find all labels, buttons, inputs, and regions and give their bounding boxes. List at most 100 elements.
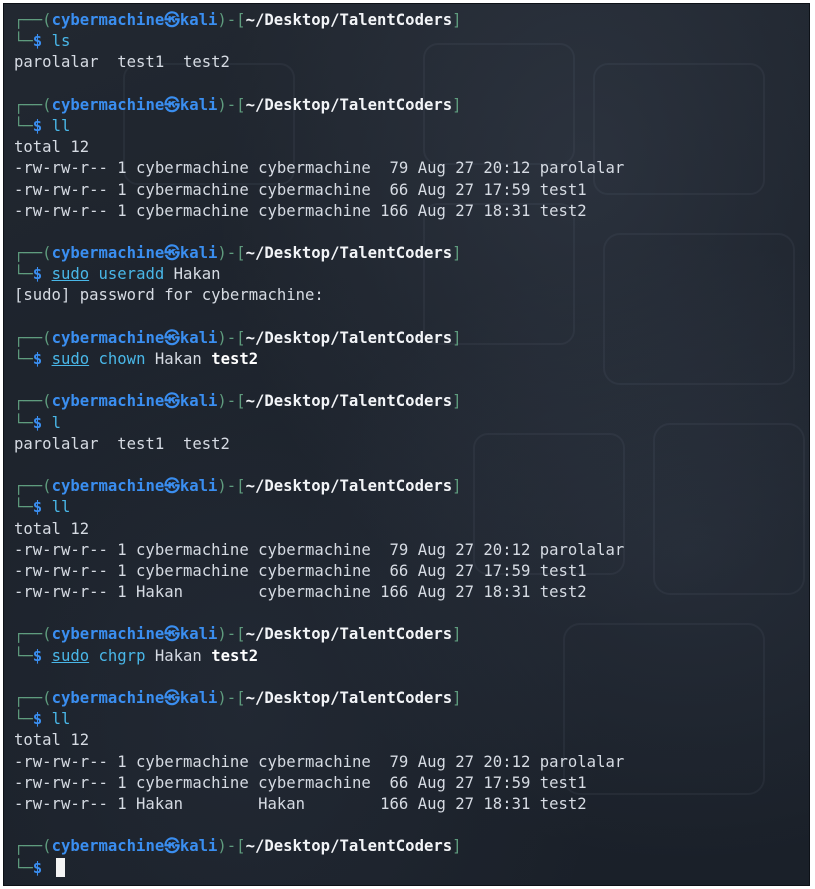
output-line: -rw-rw-r-- 1 cybermachine cybermachine 6… [14,180,587,199]
prompt-dollar: $ [32,498,43,517]
prompt-host: kali [179,837,218,856]
prompt-frame: ┌──( [14,328,52,347]
prompt-frame: ┌──( [14,477,52,496]
command-name: ls [51,32,71,51]
prompt-corner: └─ [14,646,33,665]
sudo-command: sudo [51,350,90,368]
command-line[interactable]: └─$ sudo chgrp Hakan test2 [14,646,803,667]
prompt-separator: )-[ [217,244,246,263]
prompt-user: cybermachine [51,477,165,496]
prompt-dollar: $ [32,413,43,432]
command-block: ┌──(cybermachine㉿kali)-[~/Desktop/Talent… [14,624,803,666]
command-arg-file: test2 [211,646,259,665]
skull-icon: ㉿ [164,837,180,856]
command-line[interactable]: └─$ ls [14,31,803,52]
terminal-output[interactable]: ┌──(cybermachine㉿kali)-[~/Desktop/Talent… [14,10,803,885]
skull-icon: ㉿ [164,477,180,496]
prompt-dollar: $ [32,32,43,51]
output-line: total 12 [14,519,90,538]
prompt-path: ~/Desktop/TalentCoders [245,689,453,707]
command-block: ┌──(cybermachine㉿kali)-[~/Desktop/Talent… [14,95,803,222]
command-arg: Hakan [173,265,221,284]
prompt-path: ~/Desktop/TalentCoders [245,477,453,496]
prompt-frame-close: ] [452,11,462,29]
prompt-user: cybermachine [51,244,165,263]
output-line: -rw-rw-r-- 1 cybermachine cybermachine 6… [14,773,587,792]
prompt-frame-close: ] [452,244,462,263]
prompt-separator: )-[ [217,625,246,644]
prompt-frame-close: ] [452,95,462,114]
prompt-line: ┌──(cybermachine㉿kali)-[~/Desktop/Talent… [14,391,803,412]
command-block: ┌──(cybermachine㉿kali)-[~/Desktop/Talent… [14,10,803,74]
command-name: chown [98,350,146,368]
output-line: parolalar test1 test2 [14,53,230,72]
command-arg: Hakan [154,646,202,665]
prompt-line: ┌──(cybermachine㉿kali)-[~/Desktop/Talent… [14,243,803,264]
prompt-frame-close: ] [452,392,462,411]
prompt-frame-close: ] [452,328,462,347]
skull-icon: ㉿ [164,11,180,29]
text-cursor[interactable] [55,857,65,877]
prompt-frame-close: ] [452,689,462,707]
prompt-host: kali [179,392,218,411]
prompt-corner: └─ [14,350,33,368]
output-line: total 12 [14,138,90,157]
prompt-dollar: $ [32,646,43,665]
prompt-frame-close: ] [452,625,462,644]
prompt-path: ~/Desktop/TalentCoders [245,625,453,644]
prompt-path: ~/Desktop/TalentCoders [245,11,453,29]
prompt-separator: )-[ [217,95,246,114]
prompt-dollar: $ [32,710,43,729]
command-line[interactable]: └─$ sudo useradd Hakan [14,264,803,285]
prompt-frame: ┌──( [14,625,52,644]
sudo-command: sudo [51,265,90,284]
prompt-frame: ┌──( [14,392,52,411]
prompt-corner: └─ [14,116,33,135]
prompt-separator: )-[ [217,477,246,496]
output-line: -rw-rw-r-- 1 cybermachine cybermachine 1… [14,201,587,220]
prompt-host: kali [179,95,218,114]
sudo-command: sudo [51,646,90,665]
prompt-path: ~/Desktop/TalentCoders [245,392,453,411]
prompt-corner: └─ [14,858,33,877]
prompt-separator: )-[ [217,11,246,29]
output-line: -rw-rw-r-- 1 Hakan cybermachine 166 Aug … [14,583,587,602]
terminal-window[interactable]: ┌──(cybermachine㉿kali)-[~/Desktop/Talent… [3,3,810,886]
prompt-host: kali [179,11,218,29]
prompt-line: ┌──(cybermachine㉿kali)-[~/Desktop/Talent… [14,836,803,857]
skull-icon: ㉿ [164,392,180,411]
command-line[interactable]: └─$ [14,857,803,879]
prompt-corner: └─ [14,32,33,51]
output-line: -rw-rw-r-- 1 Hakan Hakan 166 Aug 27 18:3… [14,794,587,813]
prompt-separator: )-[ [217,392,246,411]
skull-icon: ㉿ [164,328,180,347]
prompt-user: cybermachine [51,392,165,411]
prompt-separator: )-[ [217,328,246,347]
output-line: [sudo] password for cybermachine: [14,286,324,305]
command-name: ll [51,498,71,517]
command-line[interactable]: └─$ ll [14,709,803,730]
command-name: l [51,413,61,432]
prompt-dollar: $ [32,265,43,284]
prompt-separator: )-[ [217,689,246,707]
prompt-line: ┌──(cybermachine㉿kali)-[~/Desktop/Talent… [14,624,803,645]
command-line[interactable]: └─$ sudo chown Hakan test2 [14,349,803,370]
skull-icon: ㉿ [164,689,180,707]
command-name: chgrp [98,646,146,665]
prompt-host: kali [179,477,218,496]
prompt-dollar: $ [32,116,43,135]
prompt-line: ┌──(cybermachine㉿kali)-[~/Desktop/Talent… [14,10,803,31]
prompt-separator: )-[ [217,837,246,856]
prompt-path: ~/Desktop/TalentCoders [245,95,453,114]
command-line[interactable]: └─$ ll [14,116,803,137]
command-line[interactable]: └─$ ll [14,497,803,518]
prompt-host: kali [179,625,218,644]
prompt-dollar: $ [32,350,43,368]
command-line[interactable]: └─$ l [14,413,803,434]
